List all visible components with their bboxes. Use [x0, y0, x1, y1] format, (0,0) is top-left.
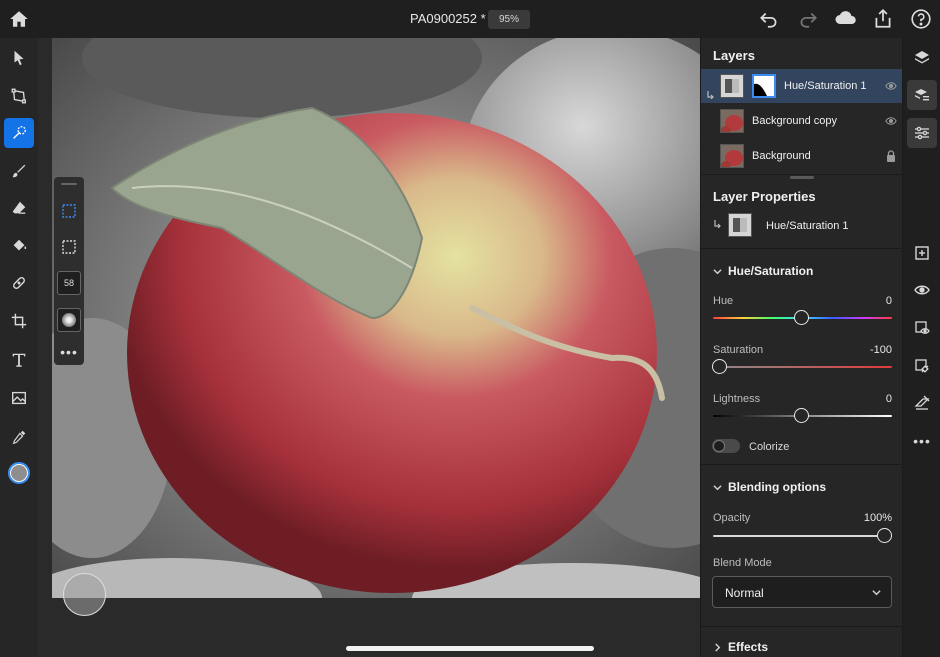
divider: [701, 464, 903, 465]
blending-options-title: Blending options: [728, 480, 826, 494]
divider: [701, 626, 903, 627]
crop-tool-icon[interactable]: [4, 306, 34, 336]
brush-hardness-icon[interactable]: [57, 308, 81, 332]
canvas-area[interactable]: 58 •••: [38, 38, 700, 657]
saturation-slider-knob[interactable]: [712, 359, 727, 374]
opacity-slider-track[interactable]: [713, 535, 892, 537]
layer-name: Hue/Saturation 1: [784, 80, 867, 92]
transform-tool-icon[interactable]: [4, 81, 34, 111]
hue-slider-knob[interactable]: [794, 310, 809, 325]
lightness-slider-knob[interactable]: [794, 408, 809, 423]
document-canvas-image[interactable]: [52, 38, 700, 598]
undo-icon[interactable]: [758, 8, 780, 30]
divider: [701, 174, 903, 175]
healing-tool-icon[interactable]: [4, 268, 34, 298]
clipping-arrow-icon: [714, 220, 721, 228]
tool-options-bar: 58 •••: [54, 177, 84, 365]
eyedropper-tool-icon[interactable]: [4, 422, 34, 452]
layer-properties-title: Layer Properties: [713, 189, 816, 204]
share-icon[interactable]: [872, 8, 894, 30]
help-icon[interactable]: [910, 8, 932, 30]
more-icon[interactable]: •••: [907, 426, 937, 456]
layer-list-icon[interactable]: [907, 80, 937, 110]
blend-mode-value: Normal: [725, 586, 764, 600]
chevron-down-icon: [713, 484, 722, 490]
properties-panel: Layers Hue/Saturation 1 Background copy …: [700, 38, 903, 657]
paint-bucket-tool-icon[interactable]: [4, 231, 34, 261]
quick-selection-tool-icon[interactable]: [4, 118, 34, 148]
subtract-selection-icon[interactable]: [57, 235, 81, 259]
mask-visibility-icon[interactable]: [907, 313, 937, 343]
touch-shortcut-button[interactable]: [63, 573, 106, 616]
panel-resize-handle[interactable]: [790, 176, 814, 179]
hue-label: Hue: [713, 295, 734, 307]
home-icon[interactable]: [8, 8, 30, 30]
brush-tool-icon[interactable]: [4, 156, 34, 186]
layer-thumbnail: [720, 144, 744, 168]
layer-name: Background: [752, 150, 811, 162]
hue-saturation-section-header[interactable]: Hue/Saturation: [713, 264, 813, 278]
colorize-label: Colorize: [749, 441, 790, 453]
top-bar: PA0900252 * 95%: [0, 0, 940, 38]
layer-row[interactable]: Background: [701, 139, 903, 173]
layers-icon[interactable]: [907, 43, 937, 73]
add-layer-icon[interactable]: [907, 238, 937, 268]
layer-thumbnail: [720, 109, 744, 133]
lightness-label: Lightness: [713, 393, 761, 405]
foreground-color-swatch[interactable]: [8, 462, 30, 484]
opacity-label: Opacity: [713, 512, 751, 524]
clipping-arrow-icon: [707, 91, 714, 99]
place-image-tool-icon[interactable]: [4, 383, 34, 413]
chevron-down-icon: [872, 590, 881, 596]
blend-mode-label: Blend Mode: [713, 557, 772, 569]
hue-saturation-title: Hue/Saturation: [728, 264, 814, 278]
opacity-slider-knob[interactable]: [877, 528, 892, 543]
drag-handle[interactable]: [61, 183, 77, 185]
clipping-mask-icon[interactable]: [907, 388, 937, 418]
hue-value[interactable]: 0: [886, 295, 892, 307]
properties-layer-name: Hue/Saturation 1: [766, 220, 849, 232]
eye-icon[interactable]: [885, 80, 897, 92]
divider: [701, 248, 903, 249]
effects-section-header[interactable]: Effects: [713, 640, 768, 654]
layer-row[interactable]: Hue/Saturation 1: [701, 69, 903, 103]
zoom-level[interactable]: 95%: [488, 10, 530, 29]
saturation-label: Saturation: [713, 344, 764, 356]
blend-mode-select[interactable]: Normal: [712, 576, 892, 608]
effects-title: Effects: [728, 640, 769, 654]
brush-size-value[interactable]: 58: [57, 271, 81, 295]
right-rail: •••: [902, 38, 940, 657]
type-tool-icon[interactable]: [4, 345, 34, 375]
chevron-right-icon: [715, 642, 721, 652]
mask-link-icon[interactable]: [907, 351, 937, 381]
saturation-slider-track[interactable]: [713, 366, 892, 368]
adjustment-layer-thumbnail: [720, 74, 744, 98]
properties-adjustments-icon[interactable]: [907, 118, 937, 148]
layer-name: Background copy: [752, 115, 837, 127]
home-indicator: [346, 646, 594, 651]
move-tool-icon[interactable]: [4, 43, 34, 73]
saturation-value[interactable]: -100: [870, 344, 892, 356]
layer-row[interactable]: Background copy: [701, 104, 903, 138]
left-toolbar: [0, 38, 38, 657]
more-options-icon[interactable]: •••: [57, 340, 81, 364]
lock-icon[interactable]: [885, 150, 897, 162]
eye-icon[interactable]: [885, 115, 897, 127]
chevron-down-icon: [713, 268, 722, 274]
layer-mask-thumbnail[interactable]: [752, 74, 776, 98]
opacity-value[interactable]: 100%: [864, 512, 892, 524]
colorize-toggle[interactable]: [712, 439, 740, 453]
redo-icon[interactable]: [797, 8, 819, 30]
adjustment-layer-thumbnail: [728, 213, 752, 237]
document-title: PA0900252 *: [410, 11, 486, 26]
layers-title: Layers: [713, 48, 755, 63]
add-selection-icon[interactable]: [57, 199, 81, 223]
eraser-tool-icon[interactable]: [4, 193, 34, 223]
blending-options-section-header[interactable]: Blending options: [713, 480, 826, 494]
visibility-eye-icon[interactable]: [907, 275, 937, 305]
cloud-icon[interactable]: [834, 8, 858, 30]
lightness-value[interactable]: 0: [886, 393, 892, 405]
